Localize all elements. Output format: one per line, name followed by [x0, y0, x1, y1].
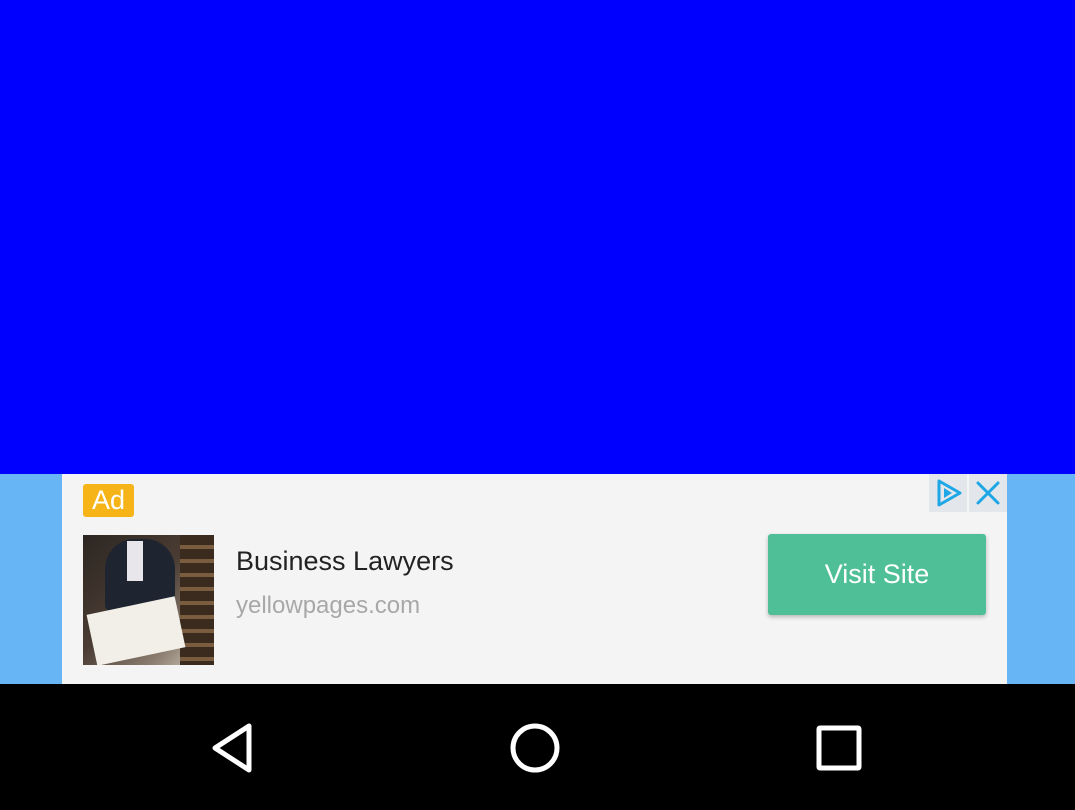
document-graphic [86, 596, 186, 665]
device-screen: Ad Business Lawyers yellowpages.com Visi… [0, 0, 1075, 810]
adchoices-button[interactable] [929, 474, 967, 512]
visit-site-button[interactable]: Visit Site [768, 534, 986, 615]
ad-badge: Ad [83, 484, 135, 517]
back-button[interactable] [203, 718, 263, 778]
close-icon [976, 481, 1000, 505]
navigation-bar [0, 684, 1075, 810]
home-circle-icon [510, 723, 560, 773]
ad-url[interactable]: yellowpages.com [236, 592, 420, 620]
lawyer-signing-document-image[interactable] [83, 535, 214, 665]
adchoices-play-icon [937, 479, 962, 507]
ad-strip: Ad Business Lawyers yellowpages.com Visi… [0, 474, 1075, 684]
recents-button[interactable] [809, 718, 869, 778]
recents-square-icon [816, 725, 862, 771]
back-triangle-icon [212, 723, 252, 773]
ad-title[interactable]: Business Lawyers [236, 546, 454, 577]
ad-banner[interactable]: Ad Business Lawyers yellowpages.com Visi… [62, 474, 1007, 684]
ad-controls [929, 474, 1007, 512]
home-button[interactable] [505, 718, 565, 778]
shirt-graphic [127, 541, 143, 581]
ad-close-button[interactable] [969, 474, 1007, 512]
app-content-area[interactable] [0, 0, 1075, 474]
